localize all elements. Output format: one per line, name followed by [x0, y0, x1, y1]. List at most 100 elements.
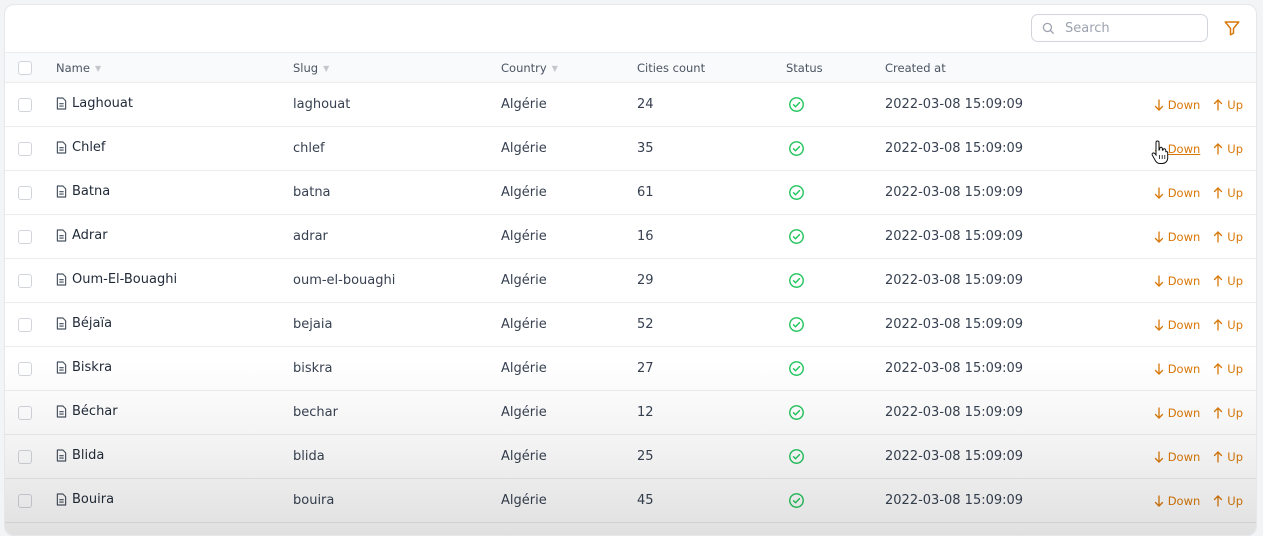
- move-up-button[interactable]: Up: [1213, 230, 1243, 244]
- move-down-label: Down: [1167, 185, 1201, 200]
- search-box[interactable]: [1031, 14, 1208, 42]
- move-up-button[interactable]: Up: [1213, 362, 1243, 376]
- move-up-label: Up: [1227, 141, 1243, 156]
- cities-count-cell: 16: [637, 215, 786, 259]
- cities-count-cell: 35: [637, 127, 786, 171]
- region-slug: bouira: [293, 493, 335, 508]
- move-up-button[interactable]: Up: [1213, 318, 1243, 332]
- status-cell: [786, 435, 885, 479]
- row-checkbox[interactable]: [18, 317, 32, 332]
- row-checkbox[interactable]: [18, 97, 32, 112]
- move-up-button[interactable]: Up: [1213, 406, 1243, 420]
- select-all-checkbox[interactable]: [18, 60, 32, 75]
- move-down-button[interactable]: Down: [1154, 274, 1200, 288]
- check-circle-icon: [789, 229, 804, 244]
- row-checkbox[interactable]: [18, 361, 32, 376]
- column-header-country[interactable]: Country ▼: [501, 53, 637, 83]
- table-row[interactable]: Laghouat laghouat Algérie 24 2022-03-08 …: [5, 83, 1256, 127]
- move-up-button[interactable]: Up: [1213, 274, 1243, 288]
- move-down-button[interactable]: Down: [1154, 185, 1201, 200]
- column-header-slug[interactable]: Slug ▼: [293, 53, 501, 83]
- move-down-button[interactable]: Down: [1154, 98, 1200, 112]
- country-cell: Algérie: [501, 479, 637, 523]
- move-down-button[interactable]: Down: [1154, 318, 1200, 332]
- table-row[interactable]: Béchar bechar Algérie 12 2022-03-08 15:0…: [5, 391, 1256, 435]
- name-cell: Oum-El-Bouaghi: [56, 259, 293, 303]
- table-row[interactable]: Blida blida Algérie 25 2022-03-08 15:09:…: [5, 435, 1256, 479]
- column-header-actions: [1110, 53, 1256, 83]
- column-header-name[interactable]: Name ▼: [56, 53, 293, 83]
- move-down-button[interactable]: Down: [1154, 450, 1200, 464]
- sort-icon: ▼: [551, 63, 558, 73]
- status-cell: [786, 479, 885, 523]
- region-name[interactable]: Blida: [72, 448, 104, 463]
- check-circle-icon: [789, 97, 804, 112]
- row-checkbox[interactable]: [18, 185, 32, 200]
- region-country: Algérie: [501, 317, 547, 332]
- row-checkbox[interactable]: [18, 405, 32, 420]
- actions-cell: Down Up: [1110, 127, 1256, 171]
- country-cell: Algérie: [501, 347, 637, 391]
- country-cell: Algérie: [501, 215, 637, 259]
- row-checkbox[interactable]: [18, 493, 32, 508]
- slug-cell: bouira: [293, 479, 501, 523]
- created-at: 2022-03-08 15:09:09: [885, 185, 1024, 200]
- row-checkbox[interactable]: [18, 229, 32, 244]
- cities-count: 25: [637, 449, 654, 464]
- created-at: 2022-03-08 15:09:09: [885, 493, 1024, 508]
- slug-cell: biskra: [293, 347, 501, 391]
- name-cell: Adrar: [56, 215, 293, 259]
- filter-icon[interactable]: [1223, 19, 1241, 37]
- move-down-button[interactable]: Down: [1154, 142, 1200, 156]
- move-down-label: Down: [1167, 229, 1201, 244]
- region-name[interactable]: Béjaïa: [72, 316, 112, 331]
- region-name[interactable]: Batna: [72, 184, 110, 199]
- move-down-button[interactable]: Down: [1154, 494, 1200, 508]
- move-up-label: Up: [1227, 493, 1243, 508]
- status-cell: [786, 259, 885, 303]
- regions-table-card: Name▼ Slug▼ Country▼ Cities count Status…: [4, 4, 1257, 536]
- move-up-button[interactable]: Up: [1213, 494, 1243, 508]
- region-name[interactable]: Béchar: [72, 404, 118, 419]
- arrow-up-icon: [1214, 98, 1223, 111]
- created-at: 2022-03-08 15:09:09: [885, 97, 1024, 112]
- move-down-button[interactable]: Down: [1154, 362, 1200, 376]
- row-checkbox[interactable]: [18, 449, 32, 464]
- region-name[interactable]: Bouira: [72, 492, 114, 507]
- status-cell: [786, 171, 885, 215]
- actions-cell: Down Up: [1110, 303, 1256, 347]
- region-name[interactable]: Oum-El-Bouaghi: [72, 272, 177, 287]
- table-row[interactable]: Chlef chlef Algérie 35 2022-03-08 15:09:…: [5, 127, 1256, 171]
- table-row[interactable]: Béjaïa bejaia Algérie 52 2022-03-08 15:0…: [5, 303, 1256, 347]
- region-name[interactable]: Adrar: [72, 228, 108, 243]
- row-checkbox[interactable]: [18, 273, 32, 288]
- name-cell: Béchar: [56, 391, 293, 435]
- check-circle-icon: [789, 493, 804, 508]
- move-down-label: Down: [1167, 405, 1201, 420]
- region-slug: bechar: [293, 405, 338, 420]
- arrow-up-icon: [1214, 450, 1223, 463]
- row-select-cell: [5, 171, 56, 215]
- search-input[interactable]: [1063, 19, 1197, 37]
- region-name[interactable]: Biskra: [72, 360, 112, 375]
- move-up-button[interactable]: Up: [1213, 98, 1243, 112]
- move-up-label: Up: [1227, 229, 1243, 244]
- move-down-button[interactable]: Down: [1154, 229, 1201, 244]
- cities-count-cell: 52: [637, 303, 786, 347]
- document-icon: [56, 141, 67, 154]
- table-row[interactable]: Batna batna Algérie 61 2022-03-08 15:09:…: [5, 171, 1256, 215]
- move-up-button[interactable]: Up: [1213, 142, 1243, 156]
- table-row[interactable]: Bouira bouira Algérie 45 2022-03-08 15:0…: [5, 479, 1256, 523]
- region-name[interactable]: Chlef: [72, 140, 106, 155]
- region-country: Algérie: [501, 361, 547, 376]
- move-down-button[interactable]: Down: [1154, 405, 1201, 420]
- table-row[interactable]: Oum-El-Bouaghi oum-el-bouaghi Algérie 29…: [5, 259, 1256, 303]
- table-row[interactable]: Biskra biskra Algérie 27 2022-03-08 15:0…: [5, 347, 1256, 391]
- row-checkbox[interactable]: [18, 141, 32, 156]
- table-row[interactable]: Adrar adrar Algérie 16 2022-03-08 15:09:…: [5, 215, 1256, 259]
- row-select-cell: [5, 479, 56, 523]
- created-at-cell: 2022-03-08 15:09:09: [885, 171, 1110, 215]
- region-name[interactable]: Laghouat: [72, 96, 133, 111]
- move-up-button[interactable]: Up: [1213, 450, 1243, 464]
- move-up-button[interactable]: Up: [1213, 186, 1243, 200]
